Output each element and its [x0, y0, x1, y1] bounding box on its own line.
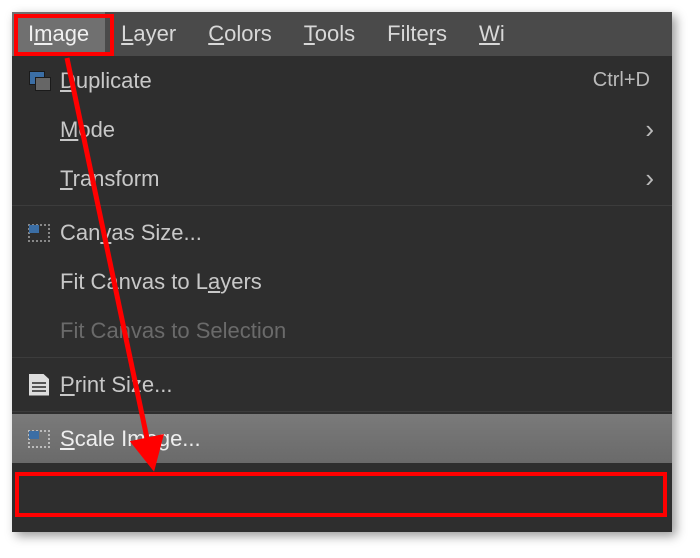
- menu-label: Print Size...: [60, 372, 660, 398]
- chevron-right-icon: ›: [645, 163, 660, 194]
- blank-icon: [18, 262, 60, 302]
- menu-item-scale-image[interactable]: Scale Image...: [12, 414, 672, 463]
- menu-item-canvas-size[interactable]: Canvas Size...: [12, 208, 672, 257]
- menubar-label: Filters: [387, 21, 447, 47]
- app-window: Image Layer Colors Tools Filters Wi Dupl…: [12, 12, 672, 532]
- menu-label: Transform: [60, 166, 645, 192]
- canvas-size-icon: [18, 213, 60, 253]
- duplicate-icon: [18, 61, 60, 101]
- scale-image-icon: [18, 419, 60, 459]
- blank-icon: [18, 110, 60, 150]
- menu-item-transform[interactable]: Transform ›: [12, 154, 672, 203]
- menu-item-duplicate[interactable]: Duplicate Ctrl+D: [12, 56, 672, 105]
- blank-icon: [18, 311, 60, 351]
- chevron-right-icon: ›: [645, 114, 660, 145]
- menu-item-fit-canvas-selection: Fit Canvas to Selection: [12, 306, 672, 355]
- menu-label: Mode: [60, 117, 645, 143]
- print-size-icon: [18, 365, 60, 405]
- menu-label: Canvas Size...: [60, 220, 660, 246]
- image-menu-dropdown: Duplicate Ctrl+D Mode › Transform › Canv…: [12, 56, 672, 463]
- menu-label: Duplicate: [60, 68, 593, 94]
- menu-label: Fit Canvas to Selection: [60, 318, 660, 344]
- menu-item-mode[interactable]: Mode ›: [12, 105, 672, 154]
- menu-separator: [12, 357, 672, 358]
- menu-item-print-size[interactable]: Print Size...: [12, 360, 672, 409]
- menubar-item-colors[interactable]: Colors: [192, 12, 288, 56]
- menubar-label: Tools: [304, 21, 355, 47]
- menubar-label: Image: [28, 21, 89, 47]
- menu-label: Fit Canvas to Layers: [60, 269, 660, 295]
- menu-separator: [12, 411, 672, 412]
- menu-separator: [12, 205, 672, 206]
- menubar-label: Wi: [479, 21, 505, 47]
- menubar-item-tools[interactable]: Tools: [288, 12, 371, 56]
- menu-item-fit-canvas-layers[interactable]: Fit Canvas to Layers: [12, 257, 672, 306]
- menubar-item-layer[interactable]: Layer: [105, 12, 192, 56]
- menubar-label: Colors: [208, 21, 272, 47]
- menubar-item-image[interactable]: Image: [12, 12, 105, 56]
- menubar: Image Layer Colors Tools Filters Wi: [12, 12, 672, 56]
- menu-label: Scale Image...: [60, 426, 660, 452]
- menubar-item-filters[interactable]: Filters: [371, 12, 463, 56]
- menubar-item-windows[interactable]: Wi: [463, 12, 521, 56]
- menubar-label: Layer: [121, 21, 176, 47]
- annotation-highlight-scale-image: [15, 472, 667, 517]
- blank-icon: [18, 159, 60, 199]
- menu-accelerator: Ctrl+D: [593, 69, 660, 92]
